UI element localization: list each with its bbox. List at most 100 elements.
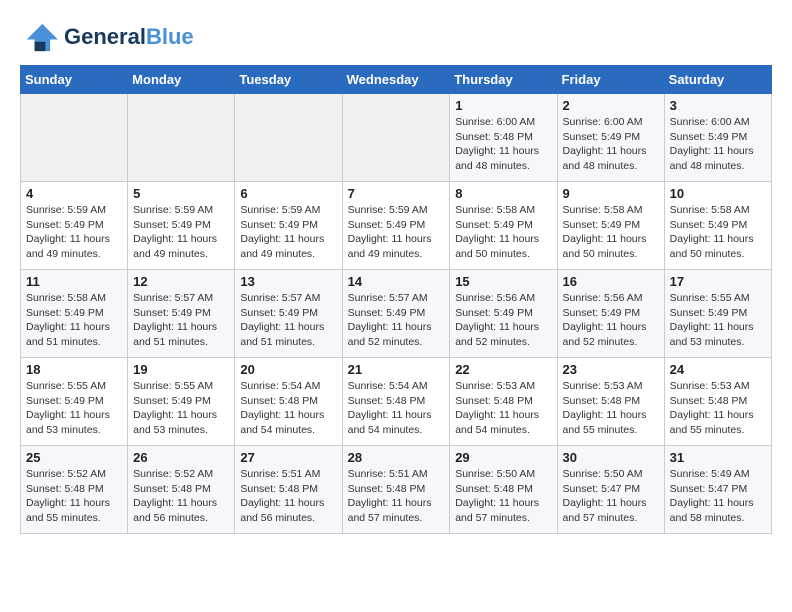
day-info: Sunrise: 5:58 AM Sunset: 5:49 PM Dayligh… xyxy=(26,291,122,350)
day-number: 22 xyxy=(455,362,551,377)
day-info: Sunrise: 5:59 AM Sunset: 5:49 PM Dayligh… xyxy=(348,203,445,262)
calendar-cell: 28Sunrise: 5:51 AM Sunset: 5:48 PM Dayli… xyxy=(342,446,450,534)
day-number: 9 xyxy=(563,186,659,201)
calendar-week-row: 4 Sunrise: 5:59 AM Sunset: 5:49 PM Daylig… xyxy=(21,182,772,270)
day-info: Sunrise: 5:52 AM Sunset: 5:48 PM Dayligh… xyxy=(133,467,229,526)
calendar-cell: 24 Sunrise: 5:53 AM Sunset: 5:48 PM Dayli… xyxy=(664,358,771,446)
day-number: 11 xyxy=(26,274,122,289)
calendar-cell xyxy=(128,94,235,182)
day-number: 5 xyxy=(133,186,229,201)
calendar-cell: 21 Sunrise: 5:54 AM Sunset: 5:48 PM Dayli… xyxy=(342,358,450,446)
day-number: 19 xyxy=(133,362,229,377)
calendar-table: SundayMondayTuesdayWednesdayThursdayFrid… xyxy=(20,65,772,534)
day-number: 21 xyxy=(348,362,445,377)
calendar-cell: 4 Sunrise: 5:59 AM Sunset: 5:49 PM Daylig… xyxy=(21,182,128,270)
calendar-cell: 17 Sunrise: 5:55 AM Sunset: 5:49 PM Dayli… xyxy=(664,270,771,358)
calendar-cell: 12 Sunrise: 5:57 AM Sunset: 5:49 PM Dayli… xyxy=(128,270,235,358)
day-number: 26 xyxy=(133,450,229,465)
day-info: Sunrise: 5:51 AM Sunset: 5:48 PM Dayligh… xyxy=(240,467,336,526)
weekday-header: Friday xyxy=(557,66,664,94)
day-info: Sunrise: 5:59 AM Sunset: 5:49 PM Dayligh… xyxy=(26,203,122,262)
calendar-cell: 3 Sunrise: 6:00 AM Sunset: 5:49 PM Daylig… xyxy=(664,94,771,182)
day-number: 23 xyxy=(563,362,659,377)
day-info: Sunrise: 5:58 AM Sunset: 5:49 PM Dayligh… xyxy=(563,203,659,262)
day-number: 31 xyxy=(670,450,766,465)
calendar-cell: 13Sunrise: 5:57 AM Sunset: 5:49 PM Dayli… xyxy=(235,270,342,358)
calendar-cell: 6 Sunrise: 5:59 AM Sunset: 5:49 PM Daylig… xyxy=(235,182,342,270)
calendar-cell xyxy=(342,94,450,182)
calendar-cell: 25Sunrise: 5:52 AM Sunset: 5:48 PM Dayli… xyxy=(21,446,128,534)
weekday-header: Thursday xyxy=(450,66,557,94)
calendar-cell xyxy=(21,94,128,182)
calendar-cell: 31 Sunrise: 5:49 AM Sunset: 5:47 PM Dayli… xyxy=(664,446,771,534)
day-info: Sunrise: 5:55 AM Sunset: 5:49 PM Dayligh… xyxy=(670,291,766,350)
calendar-cell: 10 Sunrise: 5:58 AM Sunset: 5:49 PM Dayli… xyxy=(664,182,771,270)
calendar-cell: 2Sunrise: 6:00 AM Sunset: 5:49 PM Daylig… xyxy=(557,94,664,182)
logo: GeneralBlue xyxy=(20,20,194,55)
day-number: 13 xyxy=(240,274,336,289)
day-number: 8 xyxy=(455,186,551,201)
day-info: Sunrise: 5:50 AM Sunset: 5:48 PM Dayligh… xyxy=(455,467,551,526)
day-info: Sunrise: 5:58 AM Sunset: 5:49 PM Dayligh… xyxy=(670,203,766,262)
weekday-header: Monday xyxy=(128,66,235,94)
day-number: 4 xyxy=(26,186,122,201)
day-number: 24 xyxy=(670,362,766,377)
calendar-cell: 1 Sunrise: 6:00 AM Sunset: 5:48 PM Daylig… xyxy=(450,94,557,182)
calendar-cell xyxy=(235,94,342,182)
day-info: Sunrise: 6:00 AM Sunset: 5:48 PM Dayligh… xyxy=(455,115,551,174)
page-header: GeneralBlue xyxy=(20,20,772,55)
day-number: 18 xyxy=(26,362,122,377)
day-number: 16 xyxy=(563,274,659,289)
weekday-header: Saturday xyxy=(664,66,771,94)
calendar-cell: 22 Sunrise: 5:53 AM Sunset: 5:48 PM Dayli… xyxy=(450,358,557,446)
day-info: Sunrise: 5:56 AM Sunset: 5:49 PM Dayligh… xyxy=(455,291,551,350)
day-number: 3 xyxy=(670,98,766,113)
day-number: 14 xyxy=(348,274,445,289)
day-info: Sunrise: 5:54 AM Sunset: 5:48 PM Dayligh… xyxy=(348,379,445,438)
calendar-week-row: 11 Sunrise: 5:58 AM Sunset: 5:49 PM Dayli… xyxy=(21,270,772,358)
calendar-week-row: 1 Sunrise: 6:00 AM Sunset: 5:48 PM Daylig… xyxy=(21,94,772,182)
calendar-cell: 11 Sunrise: 5:58 AM Sunset: 5:49 PM Dayli… xyxy=(21,270,128,358)
day-number: 29 xyxy=(455,450,551,465)
calendar-cell: 27 Sunrise: 5:51 AM Sunset: 5:48 PM Dayli… xyxy=(235,446,342,534)
day-info: Sunrise: 5:49 AM Sunset: 5:47 PM Dayligh… xyxy=(670,467,766,526)
calendar-cell: 26 Sunrise: 5:52 AM Sunset: 5:48 PM Dayli… xyxy=(128,446,235,534)
calendar-cell: 8Sunrise: 5:58 AM Sunset: 5:49 PM Daylig… xyxy=(450,182,557,270)
weekday-header: Wednesday xyxy=(342,66,450,94)
day-number: 6 xyxy=(240,186,336,201)
weekday-header: Tuesday xyxy=(235,66,342,94)
day-info: Sunrise: 5:56 AM Sunset: 5:49 PM Dayligh… xyxy=(563,291,659,350)
calendar-cell: 14Sunrise: 5:57 AM Sunset: 5:49 PM Dayli… xyxy=(342,270,450,358)
calendar-cell: 7Sunrise: 5:59 AM Sunset: 5:49 PM Daylig… xyxy=(342,182,450,270)
day-info: Sunrise: 5:53 AM Sunset: 5:48 PM Dayligh… xyxy=(670,379,766,438)
day-number: 12 xyxy=(133,274,229,289)
day-number: 20 xyxy=(240,362,336,377)
day-info: Sunrise: 5:57 AM Sunset: 5:49 PM Dayligh… xyxy=(133,291,229,350)
day-number: 17 xyxy=(670,274,766,289)
day-number: 1 xyxy=(455,98,551,113)
day-info: Sunrise: 5:53 AM Sunset: 5:48 PM Dayligh… xyxy=(563,379,659,438)
day-info: Sunrise: 5:54 AM Sunset: 5:48 PM Dayligh… xyxy=(240,379,336,438)
calendar-cell: 9 Sunrise: 5:58 AM Sunset: 5:49 PM Daylig… xyxy=(557,182,664,270)
calendar-cell: 15 Sunrise: 5:56 AM Sunset: 5:49 PM Dayli… xyxy=(450,270,557,358)
calendar-cell: 18Sunrise: 5:55 AM Sunset: 5:49 PM Dayli… xyxy=(21,358,128,446)
calendar-cell: 20 Sunrise: 5:54 AM Sunset: 5:48 PM Dayli… xyxy=(235,358,342,446)
calendar-cell: 19Sunrise: 5:55 AM Sunset: 5:49 PM Dayli… xyxy=(128,358,235,446)
calendar-cell: 23 Sunrise: 5:53 AM Sunset: 5:48 PM Dayli… xyxy=(557,358,664,446)
day-info: Sunrise: 5:52 AM Sunset: 5:48 PM Dayligh… xyxy=(26,467,122,526)
day-info: Sunrise: 5:59 AM Sunset: 5:49 PM Dayligh… xyxy=(240,203,336,262)
day-info: Sunrise: 6:00 AM Sunset: 5:49 PM Dayligh… xyxy=(670,115,766,174)
day-info: Sunrise: 5:50 AM Sunset: 5:47 PM Dayligh… xyxy=(563,467,659,526)
day-number: 2 xyxy=(563,98,659,113)
logo-text: GeneralBlue xyxy=(64,25,194,49)
logo-icon xyxy=(20,20,60,55)
day-number: 10 xyxy=(670,186,766,201)
day-number: 27 xyxy=(240,450,336,465)
calendar-week-row: 18Sunrise: 5:55 AM Sunset: 5:49 PM Dayli… xyxy=(21,358,772,446)
calendar-cell: 5Sunrise: 5:59 AM Sunset: 5:49 PM Daylig… xyxy=(128,182,235,270)
day-info: Sunrise: 5:53 AM Sunset: 5:48 PM Dayligh… xyxy=(455,379,551,438)
day-number: 15 xyxy=(455,274,551,289)
calendar-cell: 30Sunrise: 5:50 AM Sunset: 5:47 PM Dayli… xyxy=(557,446,664,534)
day-number: 28 xyxy=(348,450,445,465)
calendar-cell: 29 Sunrise: 5:50 AM Sunset: 5:48 PM Dayli… xyxy=(450,446,557,534)
